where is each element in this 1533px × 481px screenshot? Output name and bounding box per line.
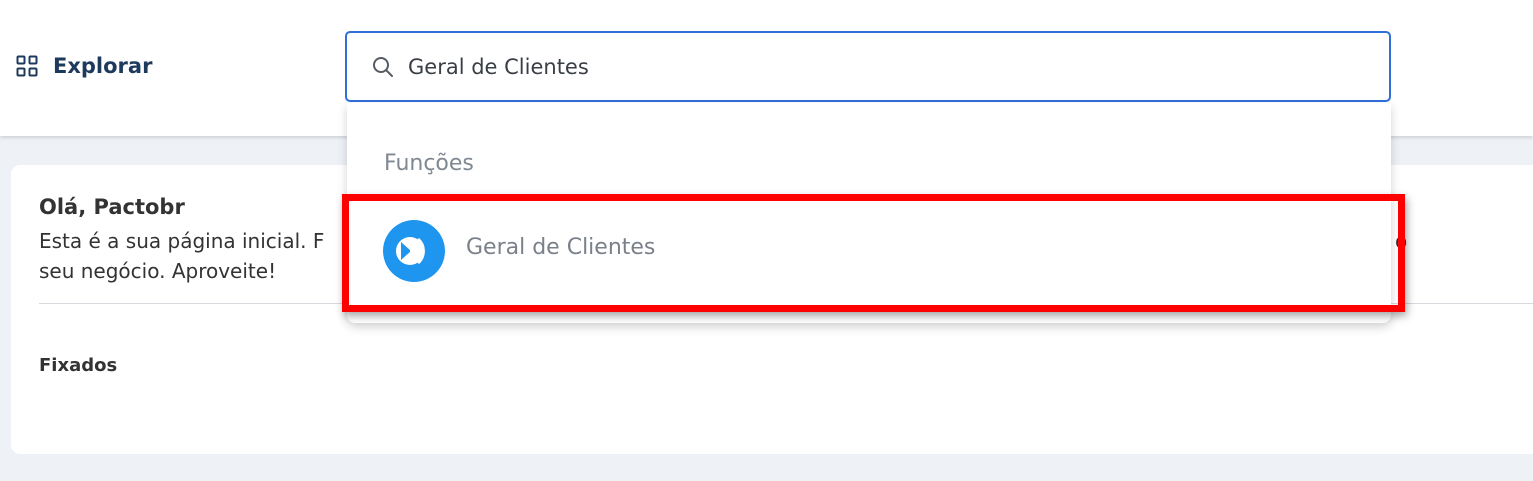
fast-forward-icon bbox=[383, 220, 445, 282]
search-icon bbox=[373, 57, 393, 77]
grid-icon bbox=[16, 55, 38, 77]
pinned-heading: Fixados bbox=[39, 355, 118, 376]
search-result-label: Geral de Clientes bbox=[466, 235, 656, 260]
greeting-title: Olá, Pactobr bbox=[39, 195, 185, 219]
section-label-funcoes: Funções bbox=[384, 151, 474, 176]
search-result-item[interactable]: Geral de Clientes bbox=[347, 195, 1391, 305]
search-results-dropdown: Funções Geral de Clientes bbox=[347, 103, 1391, 323]
search-box[interactable] bbox=[345, 31, 1391, 102]
intro-line-1: Esta é a sua página inicial. F bbox=[39, 229, 325, 253]
explorar-button[interactable]: Explorar bbox=[16, 54, 152, 78]
intro-line-1-tail: o bbox=[1395, 229, 1408, 253]
explorar-label: Explorar bbox=[53, 54, 153, 78]
search-input[interactable] bbox=[408, 47, 1368, 87]
intro-line-2: seu negócio. Aproveite! bbox=[39, 259, 277, 283]
